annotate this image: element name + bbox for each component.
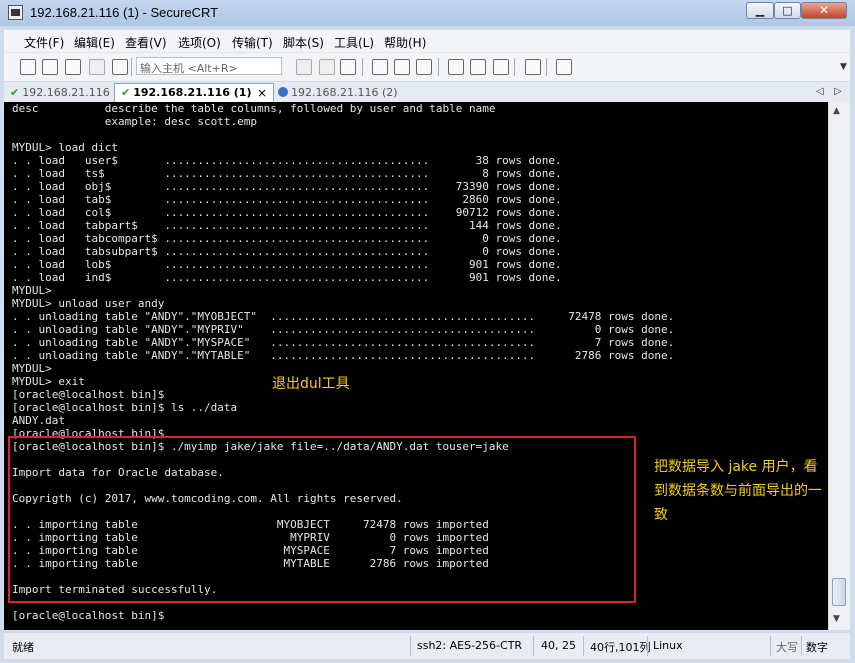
menu-tools[interactable]: 工具(L) <box>334 34 374 51</box>
title-bar[interactable]: 192.168.21.116 (1) - SecureCRT ▁ □ ✕ <box>0 0 855 26</box>
print-icon[interactable] <box>416 59 432 75</box>
toolbar-separator <box>514 58 515 76</box>
terminal-line: MYDUL> <box>12 284 52 297</box>
status-ready: 就绪 <box>12 641 34 654</box>
copy-icon[interactable] <box>296 59 312 75</box>
terminal-output[interactable]: desc describe the table columns, followe… <box>4 102 828 630</box>
tab-session-1[interactable]: ✔ 192.168.21.116 <box>10 84 114 102</box>
terminal-line: example: desc scott.emp <box>12 115 258 128</box>
terminal-line: . . load obj$ ..........................… <box>12 180 562 193</box>
toolbar-overflow-icon[interactable]: ▼ <box>840 62 847 72</box>
status-os: Linux <box>653 639 683 652</box>
session-tab-bar: ✔ 192.168.21.116 ✔ 192.168.21.116 (1) × 19… <box>4 82 850 103</box>
terminal-line: . . load user$ .........................… <box>12 154 562 167</box>
terminal-line: . . load lob$ ..........................… <box>12 258 562 271</box>
status-cursor: 40, 25 <box>541 639 576 652</box>
terminal-line: . . load col$ ..........................… <box>12 206 562 219</box>
status-size: 40行,101列 <box>590 641 651 654</box>
sftp-icon[interactable] <box>556 59 572 75</box>
quick-connect-input[interactable]: 输入主机 <Alt+R> <box>136 57 282 75</box>
check-icon: ✔ <box>121 86 131 99</box>
securecrt-window: 192.168.21.116 (1) - SecureCRT ▁ □ ✕ 文件(… <box>0 0 855 663</box>
status-separator <box>801 636 802 656</box>
global-options-icon[interactable] <box>470 59 486 75</box>
status-separator <box>533 636 534 656</box>
terminal-line: . . load tabcompart$ ...................… <box>12 232 562 245</box>
import-annotation: 把数据导入 jake 用户，看到数据条数与前面导出的一致 <box>654 459 822 523</box>
terminal-line: ANDY.dat <box>12 414 65 427</box>
help-icon[interactable] <box>525 59 541 75</box>
status-separator <box>770 636 771 656</box>
connect-icon[interactable] <box>20 59 36 75</box>
terminal-line: . . load tabpart$ ......................… <box>12 219 562 232</box>
menu-file[interactable]: 文件(F) <box>24 34 64 51</box>
menu-edit[interactable]: 编辑(E) <box>74 34 115 51</box>
toolbar-separator <box>131 58 132 76</box>
session-options-icon[interactable] <box>448 59 464 75</box>
reconnect-icon[interactable] <box>89 59 105 75</box>
scroll-thumb[interactable] <box>832 578 846 606</box>
terminal-line: . . load ts$ ...........................… <box>12 167 562 180</box>
keymap-icon[interactable] <box>493 59 509 75</box>
status-bar: 就绪 ssh2: AES-256-CTR 40, 25 40行,101列 Lin… <box>4 633 850 659</box>
minimize-button[interactable]: ▁ <box>746 2 774 19</box>
status-cipher: ssh2: AES-256-CTR <box>417 639 523 652</box>
terminal-line: . . load tabsubpart$ ...................… <box>12 245 562 258</box>
terminal-line: MYDUL> unload user andy <box>12 297 165 310</box>
terminal-line: [oracle@localhost bin]$ ls ../data <box>12 401 238 414</box>
status-num: 数字 <box>806 641 828 654</box>
terminal-line: MYDUL> load dict <box>12 141 118 154</box>
menu-transfer[interactable]: 传输(T) <box>232 34 273 51</box>
menu-bar: 文件(F) 编辑(E) 查看(V) 选项(O) 传输(T) 脚本(S) 工具(L… <box>4 30 850 52</box>
status-separator <box>583 636 584 656</box>
toolbar: 输入主机 <Alt+R> ▼ <box>4 52 850 81</box>
terminal-line: . . unloading table "ANDY"."MYTABLE" ...… <box>12 349 675 362</box>
tab-label: 192.168.21.116 (2) <box>291 86 398 99</box>
disconnect-icon[interactable] <box>112 59 128 75</box>
info-icon <box>278 87 288 97</box>
terminal-line: . . unloading table "ANDY"."MYSPACE" ...… <box>12 336 675 349</box>
menu-options[interactable]: 选项(O) <box>178 34 221 51</box>
terminal-line: . . unloading table "ANDY"."MYOBJECT" ..… <box>12 310 675 323</box>
menu-view[interactable]: 查看(V) <box>125 34 167 51</box>
print-selection-icon[interactable] <box>394 59 410 75</box>
terminal-line: . . load tab$ ..........................… <box>12 193 562 206</box>
terminal-line: . . load ind$ ..........................… <box>12 271 562 284</box>
toolbar-separator <box>546 58 547 76</box>
terminal-scrollbar[interactable]: ▲ ▼ <box>828 102 850 630</box>
paste-icon[interactable] <box>319 59 335 75</box>
terminal-line: desc describe the table columns, followe… <box>12 102 496 115</box>
maximize-button[interactable]: □ <box>774 2 801 19</box>
scroll-up-icon[interactable]: ▲ <box>833 106 840 116</box>
window-title: 192.168.21.116 (1) - SecureCRT <box>30 5 219 20</box>
close-button[interactable]: ✕ <box>801 2 847 19</box>
exit-annotation: 退出dul工具 <box>272 376 350 392</box>
status-separator <box>647 636 648 656</box>
quick-connect-icon[interactable] <box>42 59 58 75</box>
terminal-line: [oracle@localhost bin]$ <box>12 609 165 622</box>
tab-label: 192.168.21.116 (1) <box>133 86 252 99</box>
find-icon[interactable] <box>340 59 356 75</box>
print-setup-icon[interactable] <box>372 59 388 75</box>
connect-in-tab-icon[interactable] <box>65 59 81 75</box>
tab-session-active[interactable]: ✔ 192.168.21.116 (1) × <box>114 83 274 103</box>
import-highlight-box <box>8 436 636 603</box>
tab-label: 192.168.21.116 <box>22 86 110 99</box>
toolbar-separator <box>438 58 439 76</box>
status-caps: 大写 <box>776 641 798 654</box>
terminal-line: . . unloading table "ANDY"."MYPRIV" ....… <box>12 323 675 336</box>
tab-scroll-left-icon[interactable]: ◁ <box>816 86 824 97</box>
menu-help[interactable]: 帮助(H) <box>384 34 426 51</box>
tab-session-2[interactable]: 192.168.21.116 (2) <box>278 84 398 102</box>
status-separator <box>410 636 411 656</box>
scroll-down-icon[interactable]: ▼ <box>833 614 840 624</box>
close-tab-icon[interactable]: × <box>257 86 267 100</box>
toolbar-separator <box>362 58 363 76</box>
menu-script[interactable]: 脚本(S) <box>283 34 324 51</box>
tab-scroll-right-icon[interactable]: ▷ <box>834 86 842 97</box>
check-icon: ✔ <box>10 86 20 99</box>
app-terminal-icon <box>8 5 23 20</box>
